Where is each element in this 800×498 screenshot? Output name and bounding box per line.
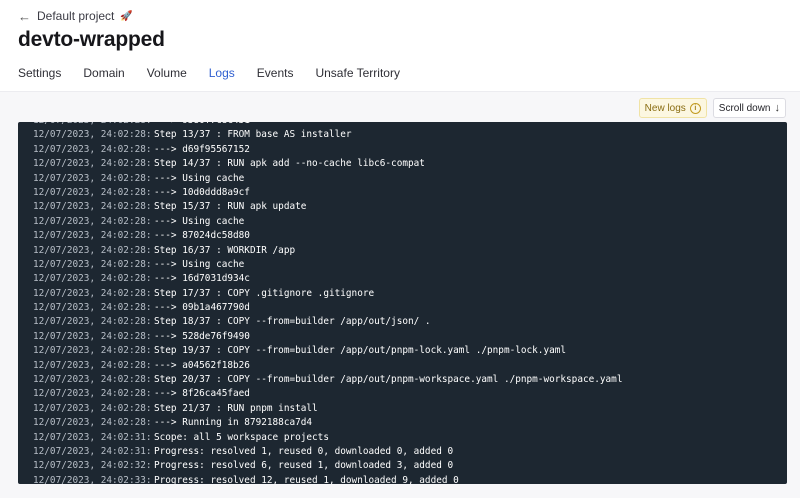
log-line: 12/07/2023, 24:02:28: Step 15/37 : RUN ap… bbox=[18, 200, 787, 214]
log-message: Step 19/37 : COPY --from=builder /app/ou… bbox=[154, 345, 567, 357]
log-timestamp: 12/07/2023, 24:02:28: bbox=[33, 201, 152, 213]
log-timestamp: 12/07/2023, 24:02:28: bbox=[33, 186, 152, 198]
tab-domain[interactable]: Domain bbox=[83, 64, 124, 93]
log-timestamp: 12/07/2023, 24:02:28: bbox=[33, 302, 152, 314]
log-message: ---> 8f26ca45faed bbox=[154, 388, 250, 400]
log-message: Step 21/37 : RUN pnpm install bbox=[154, 402, 318, 414]
new-logs-label: New logs bbox=[644, 102, 686, 114]
log-message: ---> a04562f18b26 bbox=[154, 359, 250, 371]
log-line: 12/07/2023, 24:02:28: Step 16/37 : WORKDI… bbox=[18, 244, 787, 258]
log-line: 12/07/2023, 24:02:28: Step 20/37 : COPY -… bbox=[18, 373, 787, 387]
log-message: ---> Running in 8792188ca7d4 bbox=[154, 417, 313, 429]
log-message: Scope: all 5 workspace projects bbox=[154, 431, 329, 443]
log-message: Step 15/37 : RUN apk update bbox=[154, 201, 307, 213]
log-message: ---> d69f95567152 bbox=[154, 143, 250, 155]
log-line: 12/07/2023, 24:02:28: Step 21/37 : RUN pn… bbox=[18, 402, 787, 416]
log-message: Step 17/37 : COPY .gitignore .gitignore bbox=[154, 287, 375, 299]
tab-settings[interactable]: Settings bbox=[18, 64, 61, 93]
log-message: ---> 87024dc58d80 bbox=[154, 230, 250, 242]
log-message: ---> 528de76f9490 bbox=[154, 330, 250, 342]
log-timestamp: 12/07/2023, 24:02:33: bbox=[33, 474, 152, 484]
log-message: Step 16/37 : WORKDIR /app bbox=[154, 244, 296, 256]
log-line: 12/07/2023, 24:02:31: Scope: all 5 worksp… bbox=[18, 431, 787, 445]
log-message: ---> Using cache bbox=[154, 172, 245, 184]
new-logs-badge[interactable]: New logs i bbox=[638, 98, 707, 118]
log-timestamp: 12/07/2023, 24:02:28: bbox=[33, 215, 152, 227]
logs-toolbar: New logs i Scroll down ↓ bbox=[638, 98, 786, 118]
log-message: ---> 9580f7c8c451 bbox=[154, 122, 250, 126]
log-line: 12/07/2023, 24:02:28: Step 17/37 : COPY .… bbox=[18, 287, 787, 301]
log-line: 12/07/2023, 24:02:31: Progress: resolved … bbox=[18, 445, 787, 459]
log-line: 12/07/2023, 24:02:28: ---> Running in 879… bbox=[18, 416, 787, 430]
log-timestamp: 12/07/2023, 24:02:28: bbox=[33, 258, 152, 270]
log-line: 12/07/2023, 24:02:28: ---> 8f26ca45faed bbox=[18, 387, 787, 401]
log-timestamp: 12/07/2023, 24:02:28: bbox=[33, 158, 152, 170]
log-line: 12/07/2023, 24:02:28: ---> 10d0ddd8a9cf bbox=[18, 186, 787, 200]
log-line: 12/07/2023, 24:02:28: ---> 87024dc58d80 bbox=[18, 229, 787, 243]
log-message: Step 18/37 : COPY --from=builder /app/ou… bbox=[154, 316, 431, 328]
log-line: 12/07/2023, 24:02:33: Progress: resolved … bbox=[18, 474, 787, 484]
log-timestamp: 12/07/2023, 24:02:28: bbox=[33, 230, 152, 242]
scroll-down-label: Scroll down bbox=[718, 102, 771, 114]
log-message: Step 14/37 : RUN apk add --no-cache libc… bbox=[154, 158, 425, 170]
log-timestamp: 12/07/2023, 24:02:28: bbox=[33, 359, 152, 371]
log-message: Step 13/37 : FROM base AS installer bbox=[154, 129, 352, 141]
project-name: Default project bbox=[37, 9, 115, 23]
log-output[interactable]: 12/07/2023, 24:02:28:---> 9580f7c8c45112… bbox=[18, 122, 787, 484]
log-line: 12/07/2023, 24:02:28: Step 18/37 : COPY -… bbox=[18, 315, 787, 329]
arrow-down-icon: ↓ bbox=[774, 101, 781, 114]
page-title: devto-wrapped bbox=[18, 28, 165, 51]
log-list: 12/07/2023, 24:02:28:---> 9580f7c8c45112… bbox=[18, 122, 787, 484]
log-timestamp: 12/07/2023, 24:02:28: bbox=[33, 374, 152, 386]
log-line: 12/07/2023, 24:02:28: ---> d69f95567152 bbox=[18, 143, 787, 157]
log-line: 12/07/2023, 24:02:28: Step 14/37 : RUN ap… bbox=[18, 157, 787, 171]
log-timestamp: 12/07/2023, 24:02:28: bbox=[33, 402, 152, 414]
log-timestamp: 12/07/2023, 24:02:28: bbox=[33, 244, 152, 256]
info-icon: i bbox=[689, 102, 701, 114]
scroll-down-button[interactable]: Scroll down ↓ bbox=[712, 98, 786, 118]
log-timestamp: 12/07/2023, 24:02:28: bbox=[33, 129, 152, 141]
log-timestamp: 12/07/2023, 24:02:28: bbox=[33, 172, 152, 184]
log-message: Progress: resolved 12, reused 1, downloa… bbox=[154, 474, 459, 484]
log-message: Progress: resolved 1, reused 0, download… bbox=[154, 445, 454, 457]
log-timestamp: 12/07/2023, 24:02:31: bbox=[33, 431, 152, 443]
log-line: 12/07/2023, 24:02:28: ---> 528de76f9490 bbox=[18, 330, 787, 344]
log-line: 12/07/2023, 24:02:28: Step 13/37 : FROM b… bbox=[18, 128, 787, 142]
log-line: 12/07/2023, 24:02:28: ---> 16d7031d934c bbox=[18, 272, 787, 286]
log-timestamp: 12/07/2023, 24:02:32: bbox=[33, 460, 152, 472]
log-message: ---> 10d0ddd8a9cf bbox=[154, 186, 250, 198]
log-message: ---> 16d7031d934c bbox=[154, 273, 250, 285]
log-timestamp: 12/07/2023, 24:02:28: bbox=[33, 287, 152, 299]
log-timestamp: 12/07/2023, 24:02:28: bbox=[33, 143, 152, 155]
log-timestamp: 12/07/2023, 24:02:28: bbox=[33, 388, 152, 400]
log-line: 12/07/2023, 24:02:28: ---> Using cache bbox=[18, 258, 787, 272]
log-timestamp: 12/07/2023, 24:02:28: bbox=[33, 330, 152, 342]
arrow-left-icon: ← bbox=[18, 8, 31, 24]
log-line: 12/07/2023, 24:02:32: Progress: resolved … bbox=[18, 459, 787, 473]
log-message: Progress: resolved 6, reused 1, download… bbox=[154, 460, 454, 472]
log-line: 12/07/2023, 24:02:28: Step 19/37 : COPY -… bbox=[18, 344, 787, 358]
log-timestamp: 12/07/2023, 24:02:28: bbox=[33, 417, 152, 429]
tab-events[interactable]: Events bbox=[257, 64, 294, 93]
log-timestamp: 12/07/2023, 24:02:28: bbox=[33, 345, 152, 357]
log-line: 12/07/2023, 24:02:28: ---> Using cache bbox=[18, 215, 787, 229]
log-line: 12/07/2023, 24:02:28: ---> a04562f18b26 bbox=[18, 359, 787, 373]
log-message: ---> 09b1a467790d bbox=[154, 302, 250, 314]
tab-logs[interactable]: Logs bbox=[208, 64, 235, 93]
log-timestamp: 12/07/2023, 24:02:31: bbox=[33, 445, 152, 457]
log-timestamp: 12/07/2023, 24:02:28: bbox=[33, 273, 152, 285]
tab-bar: Settings Domain Volume Logs Events Unsaf… bbox=[18, 64, 800, 93]
log-line: 12/07/2023, 24:02:28: ---> 09b1a467790d bbox=[18, 301, 787, 315]
back-to-project-link[interactable]: ← Default project 🚀 bbox=[18, 9, 133, 23]
log-message: ---> Using cache bbox=[154, 258, 245, 270]
log-timestamp: 12/07/2023, 24:02:28: bbox=[33, 316, 152, 328]
log-message: Step 20/37 : COPY --from=builder /app/ou… bbox=[154, 374, 623, 386]
tab-unsafe-territory[interactable]: Unsafe Territory bbox=[315, 64, 399, 93]
log-line: 12/07/2023, 24:02:28: ---> Using cache bbox=[18, 172, 787, 186]
rocket-icon: 🚀 bbox=[120, 10, 133, 22]
log-message: ---> Using cache bbox=[154, 215, 245, 227]
tab-volume[interactable]: Volume bbox=[147, 64, 187, 93]
